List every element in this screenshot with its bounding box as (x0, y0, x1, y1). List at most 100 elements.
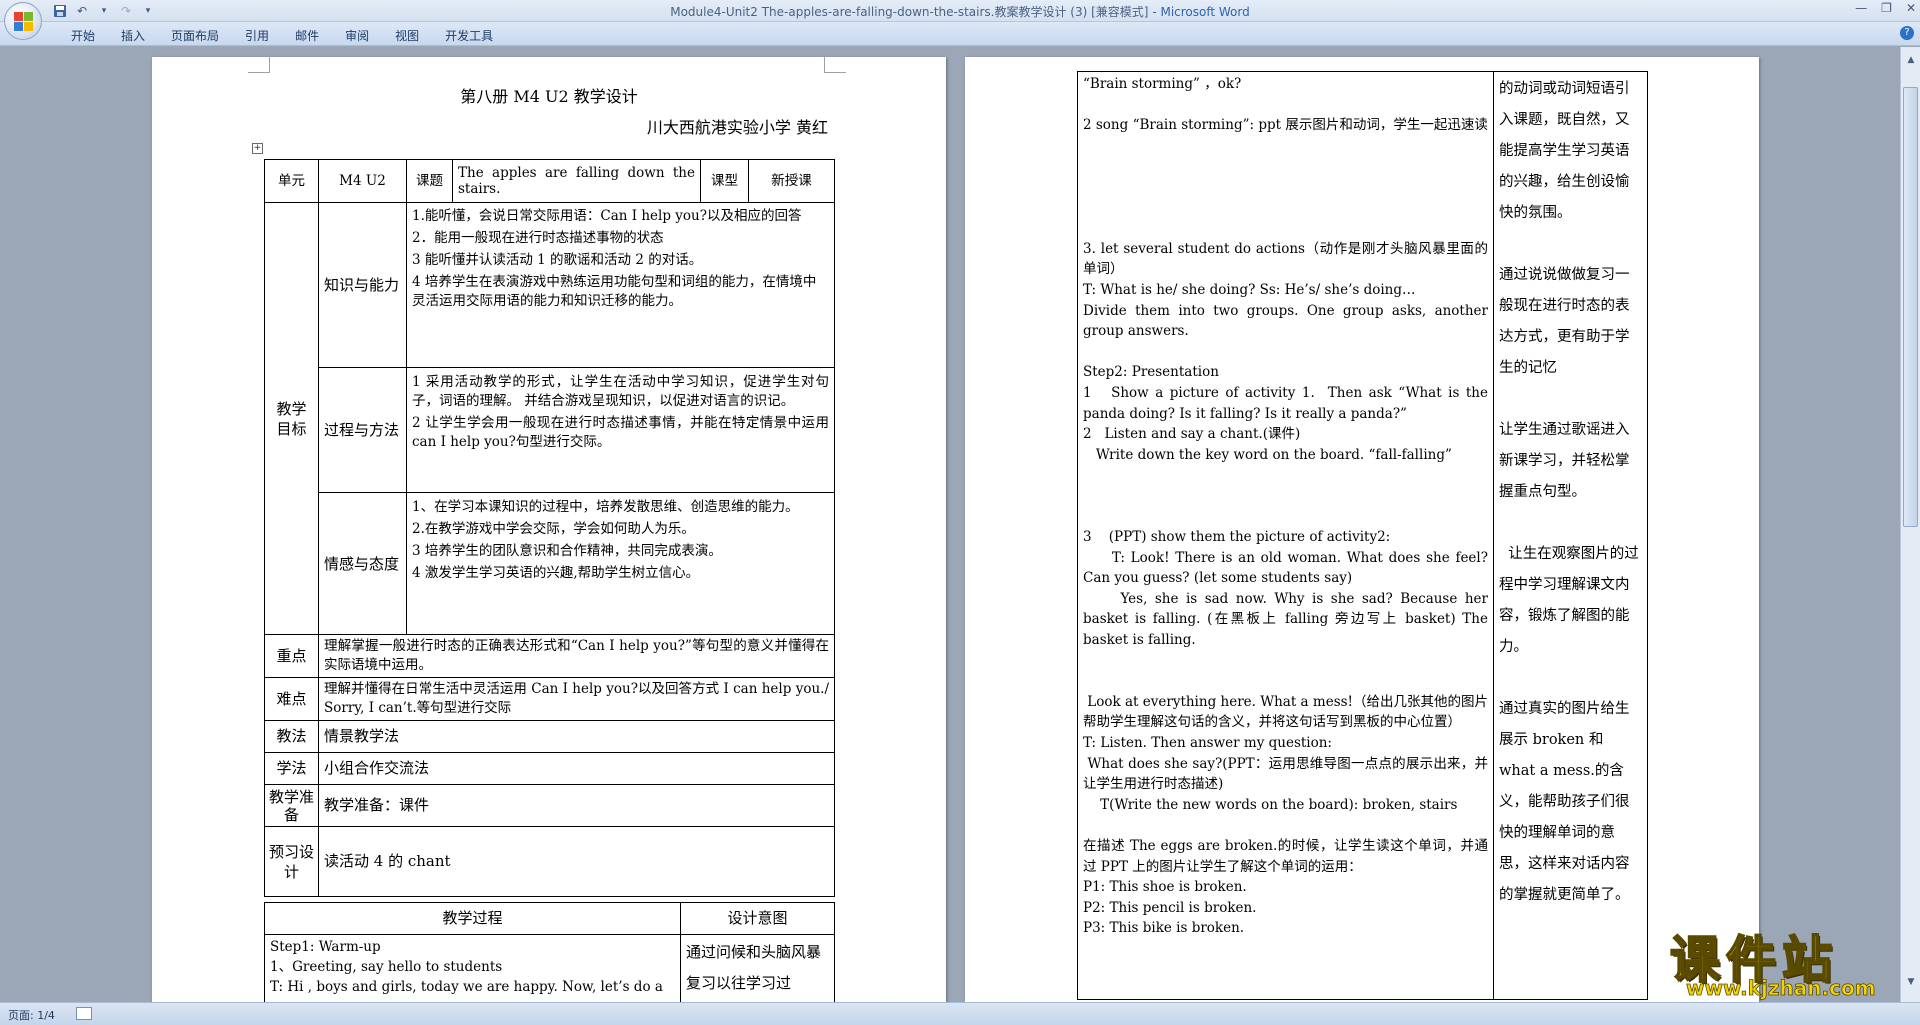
process-line (1083, 136, 1488, 157)
tab-insert[interactable]: 插入 (108, 27, 158, 44)
window-controls: — ❐ ✕ (1855, 1, 1916, 15)
process-line: Divide them into two groups. One group a… (1083, 302, 1493, 340)
table-row: 教学过程 设计意图 (264, 902, 835, 935)
window-title: Module4-Unit2 The-apples-are-falling-dow… (670, 5, 1250, 19)
table-move-handle-icon[interactable]: + (252, 143, 263, 154)
knowledge-items: 1.能听懂，会说日常交际用语：Can I help you?以及相应的回答 2．… (406, 202, 835, 368)
tab-developer[interactable]: 开发工具 (432, 27, 506, 44)
process-line (1083, 465, 1488, 486)
process-line: P1: This shoe is broken. (1083, 879, 1247, 896)
status-bar: 页面: 1/4 (0, 1002, 1920, 1025)
process-line (1083, 218, 1488, 239)
process-line: Look at everything here. What a mess!（给出… (1083, 693, 1488, 731)
process-items: 1 采用活动教学的形式，让学生在活动中学习知识，促进学生对句子，词语的理解。 并… (406, 367, 835, 493)
minimize-icon[interactable]: — (1855, 1, 1867, 15)
process-line: T: Look! There is an old woman. What doe… (1083, 549, 1493, 587)
process-line (1083, 671, 1488, 692)
vertical-scrollbar[interactable]: ▲ ▼ (1900, 47, 1920, 1002)
process-line (1083, 815, 1488, 836)
table-row: 教学目标 知识与能力 1.能听懂，会说日常交际用语：Can I help you… (264, 202, 835, 635)
scroll-thumb[interactable] (1903, 87, 1918, 527)
table-row: 单元 M4 U2 课题 The apples are falling down … (264, 159, 835, 203)
process-line (1083, 506, 1488, 527)
type-label: 课型 (700, 159, 749, 203)
process-line: P2: This pencil is broken. (1083, 899, 1257, 916)
lesson-plan-table: 单元 M4 U2 课题 The apples are falling down … (264, 159, 835, 897)
table-row: 预习设计 读活动 4 的 chant (264, 826, 835, 897)
key-points-text: 理解掌握一般进行时态的正确表达形式和“Can I help you?”等句型的意… (318, 634, 835, 678)
intent-header: 设计意图 (680, 902, 835, 935)
page-count[interactable]: 页面: 1/4 (8, 1007, 55, 1023)
learning-method-label: 学法 (264, 752, 319, 785)
margin-corner-mark (248, 55, 270, 73)
process-start: Step1: Warm-up 1、Greeting, say hello to … (264, 934, 681, 1002)
lesson-label: 课题 (406, 159, 453, 203)
help-icon[interactable]: ? (1900, 26, 1914, 40)
teaching-process-table: 教学过程 设计意图 Step1: Warm-up 1、Greeting, say… (264, 902, 835, 1002)
difficulties-text: 理解并懂得在日常生活中灵活运用 Can I help you?以及回答方式 I … (318, 677, 835, 721)
margin-corner-mark (824, 55, 846, 73)
process-cell: “Brain storming” ，ok? 2 song “Brain stor… (1077, 71, 1494, 1000)
intent-line: 的动词或动词短语引入课题，既自然，又能提高学生学习英语的兴趣，给生创设愉快的氛围… (1499, 81, 1630, 221)
scroll-down-icon[interactable]: ▼ (1904, 977, 1918, 991)
close-icon[interactable]: ✕ (1906, 1, 1916, 15)
table-row: “Brain storming” ，ok? 2 song “Brain stor… (1077, 71, 1648, 1000)
key-points-label: 重点 (264, 634, 319, 678)
list-item: 4 激发学生学习英语的兴趣,帮助学生树立信心。 (412, 565, 700, 581)
emotion-label: 情感与态度 (318, 492, 407, 635)
process-line: 1、Greeting, say hello to students (270, 959, 503, 975)
tab-view[interactable]: 视图 (382, 27, 432, 44)
process-line: 3 (PPT) show them the picture of activit… (1083, 529, 1391, 546)
unit-label: 单元 (264, 159, 319, 203)
proofing-icon[interactable] (76, 1007, 92, 1020)
document-title: Module4-Unit2 The-apples-are-falling-dow… (670, 5, 1149, 19)
ribbon-tabs: 开始 插入 页面布局 引用 邮件 审阅 视图 开发工具 (58, 27, 506, 44)
intent-line: 通过真实的图片给生展示 broken 和 what a mess.的含义，能帮助… (1499, 701, 1630, 903)
intent-line: 通过说说做做复习一般现在进行时态的表达方式，更有助于学生的记忆 (1499, 267, 1630, 376)
type-value: 新授课 (748, 159, 835, 203)
intent-line: 让学生通过歌谣进入新课学习，并轻松掌握重点句型。 (1499, 422, 1630, 500)
preview-text: 读活动 4 的 chant (318, 826, 835, 897)
author-line: 川大西航港实验小学 黄红 (646, 118, 828, 137)
tab-mailings[interactable]: 邮件 (282, 27, 332, 44)
scroll-up-icon[interactable]: ▲ (1904, 55, 1918, 69)
teaching-method-label: 教法 (264, 720, 319, 753)
knowledge-label: 知识与能力 (318, 202, 407, 368)
page-2: “Brain storming” ，ok? 2 song “Brain stor… (965, 57, 1759, 1002)
process-line: 2 Listen and say a chant.(课件) (1083, 426, 1301, 443)
process-line: T: Listen. Then answer my question: (1083, 735, 1332, 751)
list-item: 2 让学生学会用一般现在进行时态描述事情，并能在特定情景中运用 can I he… (412, 415, 829, 450)
list-item: 2.在教学游戏中学会交际，学会如何助人为乐。 (412, 521, 695, 537)
process-line: Yes, she is sad now. Why is she sad? Bec… (1083, 590, 1493, 649)
process-line: T: What is he/ she doing? Ss: He’s/ she’… (1083, 281, 1416, 298)
process-line (1083, 651, 1488, 672)
tab-references[interactable]: 引用 (232, 27, 282, 44)
office-button[interactable] (4, 2, 42, 40)
maximize-icon[interactable]: ❐ (1881, 1, 1892, 15)
process-line: 1 Show a picture of activity 1. Then ask… (1083, 384, 1493, 422)
tab-home[interactable]: 开始 (58, 27, 108, 44)
intent-line (1499, 384, 1642, 415)
table-row: 过程与方法 1 采用活动教学的形式，让学生在活动中学习知识，促进学生对句子，词语… (265, 367, 835, 493)
intent-line (1499, 229, 1642, 260)
intent-cell: 的动词或动词短语引入课题，既自然，又能提高学生学习英语的兴趣，给生创设愉快的氛围… (1493, 71, 1648, 1000)
learning-method-text: 小组合作交流法 (318, 752, 835, 785)
unit-value: M4 U2 (318, 159, 407, 203)
intent-line (1499, 911, 1642, 942)
list-item: 3 能听懂并认读活动 1 的歌谣和活动 2 的对话。 (412, 252, 703, 268)
emotion-items: 1、在学习本课知识的过程中，培养发散思维、创造思维的能力。 2.在教学游戏中学会… (406, 492, 835, 635)
process-line: 3. let several student do actions（动作是刚才头… (1083, 240, 1488, 278)
process-line (1083, 156, 1488, 177)
page-heading: 第八册 M4 U2 教学设计 (460, 87, 638, 106)
table-row: 重点 理解掌握一般进行时态的正确表达形式和“Can I help you?”等句… (264, 634, 835, 678)
teaching-process-table-continued: “Brain storming” ，ok? 2 song “Brain stor… (1077, 71, 1648, 1000)
table-row: 教学准备 教学准备：课件 (264, 784, 835, 827)
teaching-method-text: 情景教学法 (318, 720, 835, 753)
ribbon: 开始 插入 页面布局 引用 邮件 审阅 视图 开发工具 ? (0, 22, 1920, 46)
process-line: Step2: Presentation (1083, 364, 1219, 381)
tab-page-layout[interactable]: 页面布局 (158, 27, 232, 44)
app-name: Microsoft Word (1160, 5, 1250, 19)
tab-review[interactable]: 审阅 (332, 27, 382, 44)
preparation-label: 教学准备 (264, 784, 319, 827)
table-row: 学法 小组合作交流法 (264, 752, 835, 785)
